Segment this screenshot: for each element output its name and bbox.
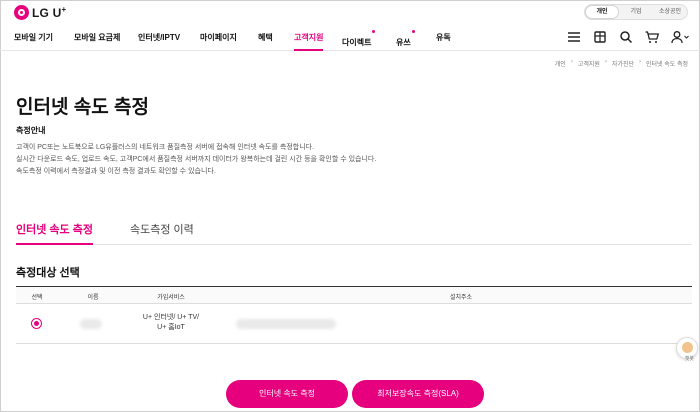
search-icon[interactable]	[618, 30, 634, 44]
col-service: 가입서비스	[157, 295, 185, 301]
segment-personal[interactable]: 개인	[585, 5, 619, 19]
nav-udok[interactable]: 유독	[436, 32, 451, 43]
service-line: U+ 홈IoT	[157, 324, 185, 331]
nav-youth-wrap: 유쓰	[396, 30, 415, 50]
breadcrumb-support[interactable]: 고객지원	[578, 59, 600, 68]
guide-line: 고객이 PC또는 노트북으로 LG유플러스의 네트워크 품질측정 서버에 접속해…	[16, 144, 315, 151]
new-dot-icon	[411, 30, 415, 33]
guide-label: 측정안내	[16, 126, 46, 135]
table-header: 선택 이름 가입서비스 설치주소	[16, 286, 692, 304]
nav-mobile-plan[interactable]: 모바일 요금제	[74, 32, 120, 43]
speed-test-button[interactable]: 인터넷 속도 측정	[226, 380, 348, 408]
nav-youth[interactable]: 유쓰	[396, 38, 411, 47]
col-select: 선택	[31, 295, 43, 301]
breadcrumb-selfcheck[interactable]: 자가진단	[612, 59, 634, 68]
guide-line: 실시간 다운로드 속도, 업로드 속도, 고객PC에서 품질측정 서버까지 데이…	[16, 156, 377, 163]
tab-bar: 인터넷 속도 측정 속도측정 이력	[16, 213, 692, 245]
nav-direct[interactable]: 다이렉트	[342, 38, 371, 47]
guide-line: 속도측정 이력에서 측정결과 및 이전 측정 결과도 확인할 수 있습니다.	[16, 168, 216, 175]
lg-uplus-logo[interactable]: LG U+	[14, 5, 66, 20]
service-line: U+ 인터넷/ U+ TV/	[142, 314, 200, 321]
nav-customer-support[interactable]: 고객지원	[294, 32, 324, 51]
breadcrumb-separator-icon: ›	[604, 59, 607, 65]
chatbot-label: 챗봇	[684, 356, 694, 362]
tab-speed-history[interactable]: 속도측정 이력	[130, 221, 194, 237]
user-icon[interactable]	[670, 30, 690, 44]
store-icon[interactable]	[592, 30, 608, 44]
table-row[interactable]: U+ 인터넷/ U+ TV/ U+ 홈IoT	[16, 304, 692, 344]
breadcrumb: 개인 › 고객지원 › 자가진단 › 인터넷 속도 측정	[555, 59, 688, 68]
nav-benefits[interactable]: 혜택	[258, 32, 273, 43]
tab-speed-test[interactable]: 인터넷 속도 측정	[16, 221, 93, 245]
service-cell: U+ 인터넷/ U+ TV/ U+ 홈IoT	[136, 313, 206, 333]
breadcrumb-separator-icon: ›	[570, 59, 573, 65]
breadcrumb-separator-icon: ›	[639, 59, 642, 65]
page-title: 인터넷 속도 측정	[16, 97, 149, 118]
logo-mark-icon	[14, 5, 29, 20]
nav-direct-wrap: 다이렉트	[342, 30, 376, 50]
logo-text: LG U	[32, 6, 62, 20]
cart-icon[interactable]	[644, 30, 660, 44]
breadcrumb-current: 인터넷 속도 측정	[646, 62, 688, 68]
sla-test-button[interactable]: 최저보장속도 측정(SLA)	[352, 380, 484, 408]
radio-selected[interactable]	[31, 318, 42, 329]
nav-internet-iptv[interactable]: 인터넷/IPTV	[138, 32, 180, 43]
address-redacted	[236, 319, 336, 329]
name-redacted	[80, 319, 102, 329]
col-address: 설치주소	[449, 295, 473, 301]
target-select-title: 측정대상 선택	[16, 267, 80, 279]
segment-small-business[interactable]: 소상공인	[653, 5, 687, 19]
col-name: 이름	[87, 295, 99, 301]
logo-sup: +	[61, 5, 67, 14]
new-dot-icon	[372, 30, 376, 33]
nav-mobile-device[interactable]: 모바일 기기	[14, 32, 53, 43]
breadcrumb-home[interactable]: 개인	[555, 59, 566, 68]
nav-mypage[interactable]: 마이페이지	[200, 32, 237, 43]
menu-icon[interactable]	[566, 30, 582, 44]
top-bar: LG U+ 개인 기업 소상공인	[0, 0, 700, 24]
guide-description: 고객이 PC또는 노트북으로 LG유플러스의 네트워크 품질측정 서버에 접속해…	[16, 142, 376, 178]
segment-business[interactable]: 기업	[619, 5, 653, 19]
customer-type-switch: 개인 기업 소상공인	[584, 4, 688, 20]
